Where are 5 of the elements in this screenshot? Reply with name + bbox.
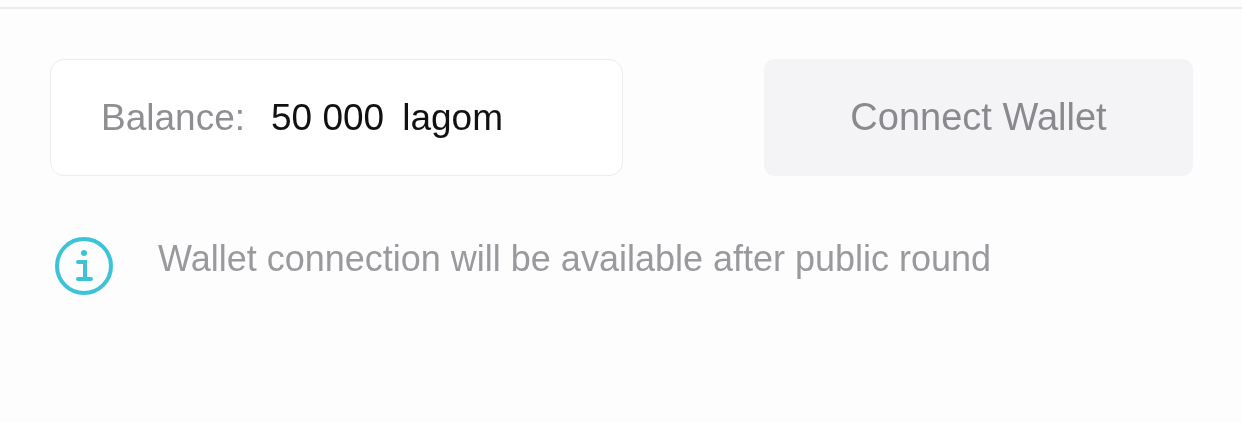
balance-amount: 50 000 — [271, 95, 385, 140]
balance-unit: lagom — [402, 95, 503, 140]
info-icon — [54, 236, 114, 296]
balance-label: Balance: — [101, 95, 245, 140]
notice-text: Wallet connection will be available after public round — [158, 237, 993, 281]
